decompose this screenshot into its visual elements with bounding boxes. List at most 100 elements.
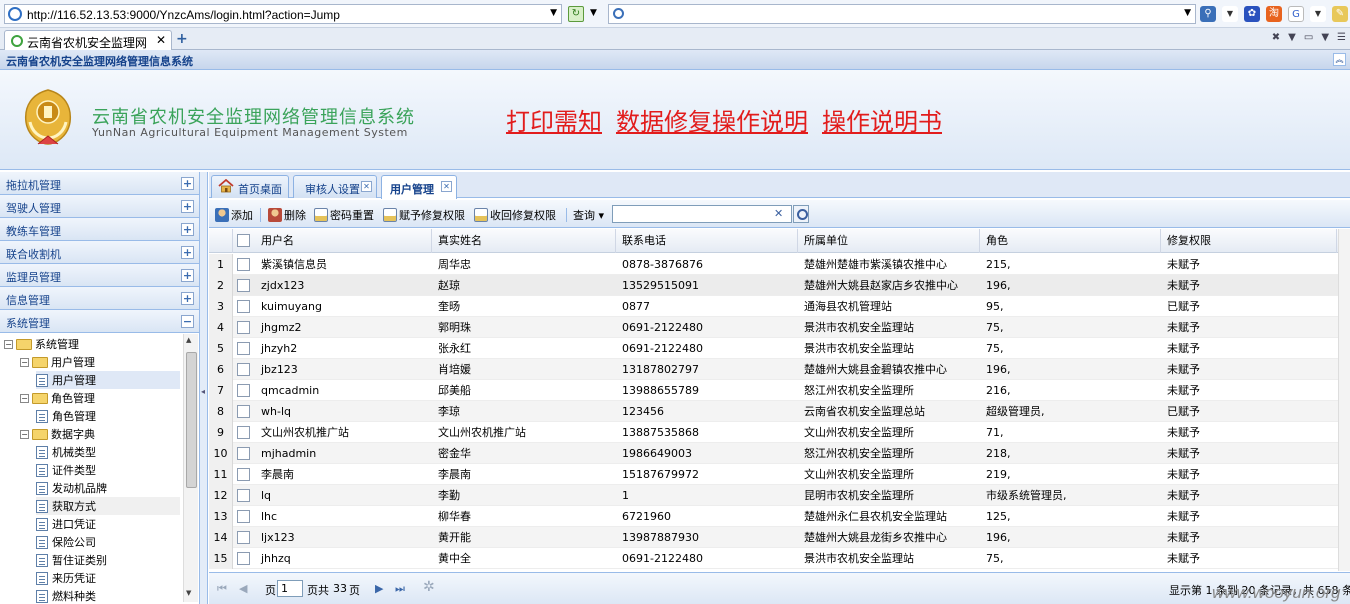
table-row[interactable]: 4 jhgmz2 郭明珠 0691-2122480 景洪市农机安全监理站 75, 未赋予	[209, 317, 1350, 338]
first-page-icon[interactable]: ⏮	[217, 582, 227, 596]
table-row[interactable]: 13 lhc 柳华春 6721960 楚雄州永仁县农机安全监理站 125, 未赋予	[209, 506, 1350, 527]
collapse-icon[interactable]: −	[20, 393, 29, 403]
table-row[interactable]: 1 紫溪镇信息员 周华忠 0878-3876876 楚雄州楚雄市紫溪镇农推中心 215, 未…	[209, 254, 1350, 275]
row-checkbox[interactable]	[237, 258, 250, 271]
tree-item[interactable]: 角色管理	[36, 407, 180, 425]
tree-folder[interactable]: − 系统管理	[4, 335, 180, 353]
reset-password-button[interactable]: 密码重置	[314, 207, 374, 223]
tree-folder[interactable]: − 数据字典	[20, 425, 180, 443]
column-header[interactable]: 修复权限	[1161, 229, 1337, 253]
row-checkbox[interactable]	[237, 321, 250, 334]
table-row[interactable]: 11 李晨南 李晨南 15187679972 文山州农机安全监理所 219, 未赋予	[209, 464, 1350, 485]
row-checkbox[interactable]	[237, 489, 250, 502]
panel-splitter[interactable]: ◂	[200, 172, 208, 604]
expand-icon[interactable]: +	[181, 269, 194, 282]
tree-item[interactable]: 进口凭证	[36, 515, 180, 533]
row-checkbox[interactable]	[237, 342, 250, 355]
expand-icon[interactable]: +	[181, 177, 194, 190]
row-checkbox[interactable]	[237, 279, 250, 292]
close-icon[interactable]: ✕	[361, 181, 372, 192]
expand-icon[interactable]: +	[181, 292, 194, 305]
row-checkbox[interactable]	[237, 363, 250, 376]
column-header[interactable]: 联系电话	[616, 229, 798, 253]
chevron-down-icon[interactable]: ▼	[1310, 6, 1326, 22]
tree-item[interactable]: 发动机品牌	[36, 479, 180, 497]
next-page-icon[interactable]: ▶	[375, 582, 383, 595]
scroll-up-icon[interactable]: ▲	[186, 336, 191, 344]
add-user-button[interactable]: 添加	[215, 207, 253, 223]
query-input[interactable]	[612, 205, 792, 223]
table-row[interactable]: 7 qmcadmin 邱美船 13988655789 怒江州农机安全监理所 216, 未赋予	[209, 380, 1350, 401]
expand-icon[interactable]: +	[181, 246, 194, 259]
row-checkbox[interactable]	[237, 552, 250, 565]
url-field[interactable]: http://116.52.13.53:9000/YnzcAms/login.h…	[4, 4, 562, 24]
search-go-icon[interactable]: ⚲	[1200, 6, 1216, 22]
menu-icon[interactable]: ☰	[1337, 32, 1346, 43]
chevron-down-icon[interactable]: ▼	[550, 8, 557, 18]
select-all-checkbox[interactable]	[237, 234, 250, 247]
window-icon[interactable]: ▭	[1304, 32, 1313, 43]
table-row[interactable]: 12 lq 李勤 1 昆明市农机安全监理所 市级系统管理员, 未赋予	[209, 485, 1350, 506]
last-page-icon[interactable]: ⏭	[395, 582, 405, 596]
collapse-icon[interactable]: −	[20, 357, 29, 367]
query-dropdown[interactable]: 查询 ▾	[573, 207, 604, 223]
nav-section-system[interactable]: 系统管理 −	[0, 310, 199, 333]
tree-item[interactable]: 用户管理	[36, 371, 180, 389]
tree-item[interactable]: 暂住证类别	[36, 551, 180, 569]
row-checkbox[interactable]	[237, 531, 250, 544]
row-checkbox[interactable]	[237, 510, 250, 523]
collapse-header-icon[interactable]: ︽	[1333, 53, 1346, 66]
nav-section-harvester[interactable]: 联合收割机 +	[0, 241, 199, 264]
grid-scrollbar[interactable]	[1338, 229, 1350, 571]
taobao-icon[interactable]: 淘	[1266, 6, 1282, 22]
table-row[interactable]: 2 zjdx123 赵琼 13529515091 楚雄州大姚县赵家店乡农推中心 196, 未…	[209, 275, 1350, 296]
table-row[interactable]: 9 文山州农机推广站 文山州农机推广站 13887535868 文山州农机安全监理所 71…	[209, 422, 1350, 443]
chevron-down-icon[interactable]: ▼	[1288, 32, 1296, 43]
nav-section-tractor[interactable]: 拖拉机管理 +	[0, 172, 199, 195]
close-icon[interactable]: ✕	[156, 33, 166, 47]
browser-tab[interactable]: 云南省农机安全监理网 ✕	[4, 30, 172, 50]
chevron-down-icon[interactable]: ▼	[1184, 8, 1191, 18]
new-tab-button[interactable]: +	[176, 31, 188, 47]
table-row[interactable]: 8 wh-lq 李琼 123456 云南省农机安全监理总站 超级管理员, 已赋予	[209, 401, 1350, 422]
expand-icon[interactable]: +	[181, 223, 194, 236]
grant-repair-button[interactable]: 赋予修复权限	[383, 207, 465, 223]
tab-home[interactable]: 首页桌面	[211, 175, 289, 198]
pencil-icon[interactable]: ✎	[1332, 6, 1348, 22]
operation-manual-link[interactable]: 操作说明书	[822, 102, 942, 137]
search-button[interactable]	[793, 205, 809, 223]
prev-page-icon[interactable]: ◀	[239, 582, 247, 595]
row-checkbox[interactable]	[237, 405, 250, 418]
table-row[interactable]: 6 jbz123 肖培媛 13187802797 楚雄州大姚县金碧镇农推中心 196, 未赋…	[209, 359, 1350, 380]
tree-item[interactable]: 保险公司	[36, 533, 180, 551]
row-checkbox[interactable]	[237, 384, 250, 397]
nav-section-information[interactable]: 信息管理 +	[0, 287, 199, 310]
chevron-left-icon[interactable]: ◂	[201, 387, 205, 396]
table-row[interactable]: 5 jhzyh2 张永红 0691-2122480 景洪市农机安全监理站 75, 未赋予	[209, 338, 1350, 359]
tree-scrollbar[interactable]: ▲ ▼	[183, 334, 198, 602]
scrollbar-thumb[interactable]	[186, 352, 197, 488]
tab-user-management[interactable]: 用户管理 ✕	[381, 175, 457, 199]
nav-section-inspector[interactable]: 监理员管理 +	[0, 264, 199, 287]
chevron-down-icon[interactable]: ▼	[590, 8, 597, 18]
tree-folder[interactable]: − 角色管理	[20, 389, 180, 407]
expand-icon[interactable]: +	[181, 200, 194, 213]
tree-item[interactable]: 燃料种类	[36, 587, 180, 604]
google-icon[interactable]: G	[1288, 6, 1304, 22]
collapse-icon[interactable]: −	[181, 315, 194, 328]
print-notice-link[interactable]: 打印需知	[506, 102, 602, 137]
column-header[interactable]: 真实姓名	[432, 229, 616, 253]
nav-section-training-vehicle[interactable]: 教练车管理 +	[0, 218, 199, 241]
scroll-down-icon[interactable]: ▼	[186, 589, 191, 597]
revoke-repair-button[interactable]: 收回修复权限	[474, 207, 556, 223]
collapse-icon[interactable]: −	[4, 339, 13, 349]
row-checkbox[interactable]	[237, 300, 250, 313]
delete-user-button[interactable]: 删除	[268, 207, 306, 223]
clear-icon[interactable]: ✕	[774, 207, 783, 220]
table-row[interactable]: 14 ljx123 黄开能 13987887930 楚雄州大姚县龙街乡农推中心 196, 未…	[209, 527, 1350, 548]
close-icon[interactable]: ✖	[1272, 32, 1280, 43]
table-row[interactable]: 15 jhhzq 黄中全 0691-2122480 景洪市农机安全监理站 75, 未赋予	[209, 548, 1350, 569]
row-checkbox[interactable]	[237, 447, 250, 460]
tab-reviewer-settings[interactable]: 审核人设置 ✕	[293, 175, 377, 198]
table-row[interactable]: 3 kuimuyang 奎旸 0877 通海县农机管理站 95, 已赋予	[209, 296, 1350, 317]
